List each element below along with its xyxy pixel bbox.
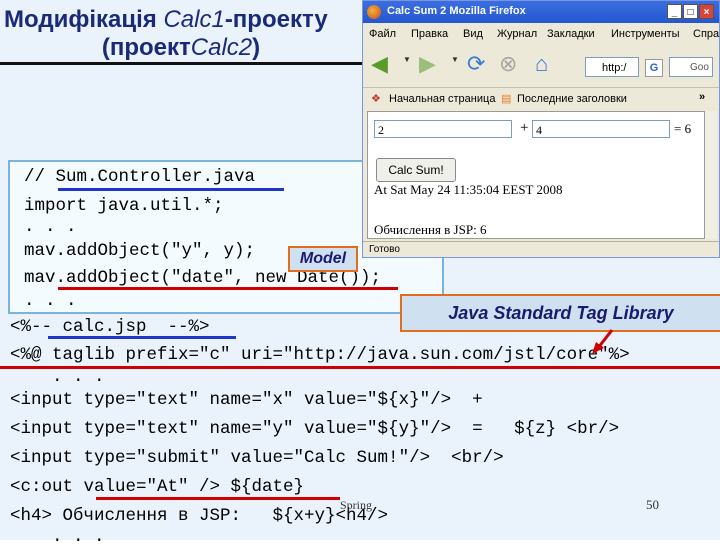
title-text-2b: Calc2 [190,34,253,61]
bookmarks-bar: ❖ Начальная страница ▤ Последние заголов… [363,87,719,110]
status-text: Готово [369,244,400,255]
code-line-12: <input type="submit" value="Calc Sum!"/>… [10,448,504,468]
window-titlebar[interactable]: Calc Sum 2 Mozilla Firefox _ □ × [363,1,719,23]
reload-icon[interactable]: ⟳ [467,51,485,77]
page-content: 2 + 4 = 6 Calc Sum! At Sat May 24 11:35:… [367,111,705,239]
code-line-14: <h4> Обчислення в JSP: ${x+y}<h4/> [10,506,389,526]
status-bar: Готово [363,241,719,258]
code-line-11: <input type="text" name="y" value="${y}"… [10,419,620,439]
code-line-4: mav.addObject("y", y); [24,241,256,261]
bookmark-latest[interactable]: Последние заголовки [517,93,627,105]
nav-toolbar: ◀ ▼ ▶ ▼ ⟳ ⊗ ⌂ http:/ G Goo [363,45,719,87]
plus-sign: + [520,120,529,136]
minimize-icon[interactable]: _ [667,4,682,19]
menu-bar: Файл Правка Вид Журнал Закладки Инструме… [363,23,719,45]
home-icon[interactable]: ⌂ [535,51,548,77]
slide-title: Модифікація Calc1-проекту (проектCalc2) [0,6,362,62]
code-line-3: . . . [24,217,77,237]
menu-help[interactable]: Спра [693,28,719,40]
underline-calc-jsp [48,336,236,339]
window-title: Calc Sum 2 Mozilla Firefox [387,5,526,17]
stop-icon[interactable]: ⊗ [499,51,517,77]
title-text-1b: Calc1 [163,6,225,33]
close-icon[interactable]: × [699,4,714,19]
menu-bookmarks[interactable]: Закладки [547,28,595,40]
menu-history[interactable]: Журнал [497,28,537,40]
code-line-9: . . . [10,367,105,387]
rss-icon: ▤ [501,93,512,105]
code-line-10: <input type="text" name="x" value="${x}"… [10,390,483,410]
jstl-callout: Java Standard Tag Library [400,294,720,332]
code-line-1: // Sum.Controller.java [24,167,256,187]
back-arrow-icon[interactable]: ◀ [371,51,388,77]
back-dropdown-icon[interactable]: ▼ [403,55,411,64]
menu-view[interactable]: Вид [463,28,483,40]
code-line-2: import java.util.*; [24,196,224,216]
menu-tools[interactable]: Инструменты [611,28,680,40]
footer-spring: Spring [340,498,373,512]
search-input[interactable]: Goo [669,57,713,77]
menu-file[interactable]: Файл [369,28,396,40]
title-text-1a: Модифікація [4,6,164,33]
scrollbar[interactable] [705,111,717,239]
forward-arrow-icon[interactable]: ▶ [419,51,436,77]
underline-cout [96,497,340,500]
bookmarks-more[interactable]: » [699,91,705,103]
underline-addobject-date [58,287,398,290]
code-line-13: <c:out value="At" /> ${date} [10,477,305,497]
firefox-icon [367,5,381,19]
date-text: At Sat May 24 11:35:04 EEST 2008 [374,182,563,197]
jsp-result-text: Обчислення в JSP: 6 [374,222,487,237]
url-input[interactable]: http:/ [585,57,639,77]
bookmark-icon: ❖ [371,93,381,105]
maximize-icon[interactable]: □ [683,4,698,19]
title-text-2a: (проект [101,34,191,61]
y-input[interactable]: 4 [532,120,670,138]
title-rule [0,62,362,65]
forward-dropdown-icon[interactable]: ▼ [451,55,459,64]
code-line-8: <%@ taglib prefix="c" uri="http://java.s… [10,345,630,365]
code-line-15: . . . [10,527,105,547]
model-callout: Model [288,246,358,272]
underline-sumcontroller [58,188,284,191]
x-input[interactable]: 2 [374,120,512,138]
menu-edit[interactable]: Правка [411,28,448,40]
bookmark-home[interactable]: Начальная страница [389,93,495,105]
underline-taglib [0,366,720,369]
result-text: = 6 [674,121,692,136]
slide-number: 50 [646,497,659,512]
google-icon[interactable]: G [645,59,663,77]
code-line-7: <%-- calc.jsp --%> [10,317,210,337]
jstl-arrow-icon [592,329,614,354]
firefox-window: Calc Sum 2 Mozilla Firefox _ □ × Файл Пр… [362,0,720,258]
code-line-6: . . . [24,291,77,311]
calc-sum-button[interactable]: Calc Sum! [376,158,456,182]
title-text-2c: ) [252,34,261,61]
title-text-1c: -проекту [224,6,328,33]
